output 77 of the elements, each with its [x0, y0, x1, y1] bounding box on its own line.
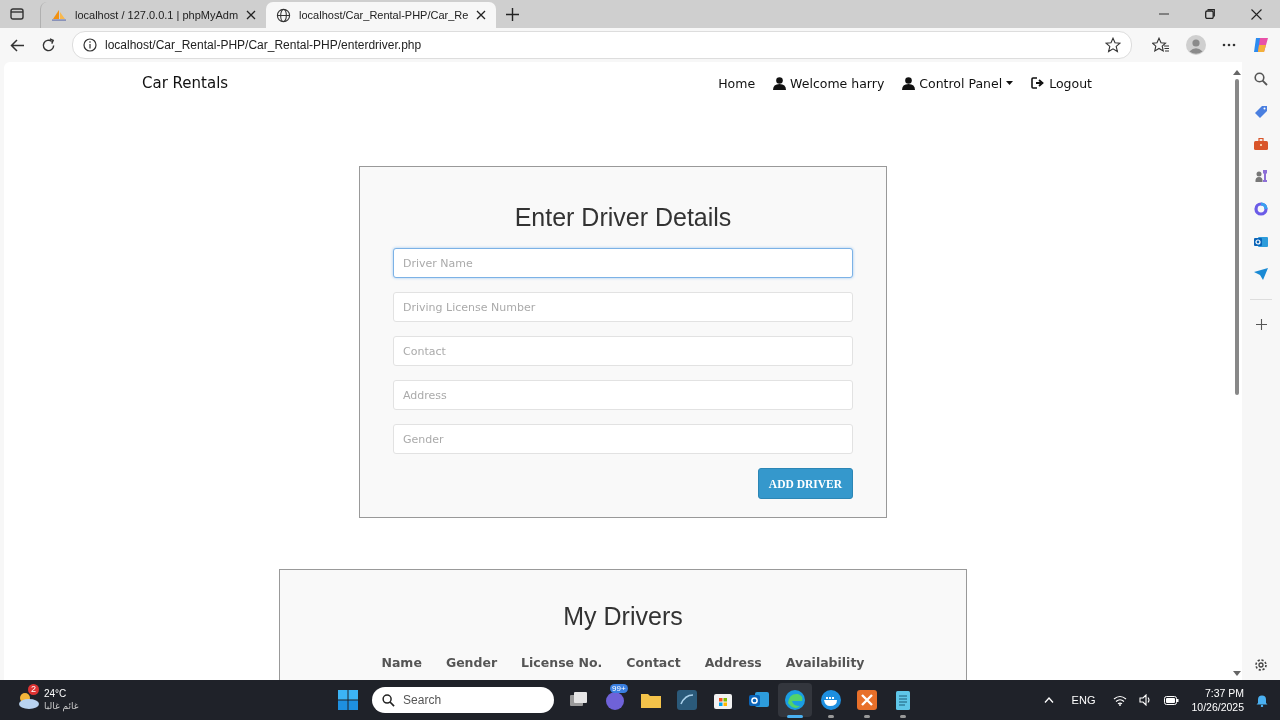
column-header: Contact: [625, 655, 682, 670]
running-indicator: [864, 715, 871, 718]
scroll-up-icon[interactable]: [1232, 70, 1241, 75]
info-icon: [83, 38, 97, 52]
speaker-icon[interactable]: [1139, 694, 1153, 706]
form-title: Enter Driver Details: [513, 203, 733, 232]
tab-actions-icon[interactable]: [10, 8, 24, 20]
date-text: 10/26/2025: [1191, 700, 1244, 714]
plus-icon[interactable]: [1255, 319, 1267, 330]
taskbar-button[interactable]: 99+: [598, 683, 633, 717]
browser-app-icon[interactable]: [784, 689, 807, 711]
url-text: localhost/Car_Rental-PHP/Car_Rental-PHP/enterdriver.php: [105, 38, 422, 52]
running-indicator: [900, 715, 907, 718]
battery-icon[interactable]: [1164, 695, 1180, 705]
column-header: License No.: [520, 655, 604, 670]
ring-icon[interactable]: [1254, 202, 1268, 216]
clock[interactable]: 7:37 PM 10/26/2025: [1191, 686, 1244, 714]
column-header: Availability: [784, 655, 866, 670]
search-placeholder: Search: [403, 693, 442, 707]
column-header: Address: [703, 655, 763, 670]
avatar-icon[interactable]: [1186, 35, 1206, 55]
whale-app-icon[interactable]: [820, 689, 843, 711]
favorites-icon[interactable]: [1152, 37, 1170, 53]
notification-badge: 2: [28, 684, 39, 695]
tag-icon[interactable]: [1254, 105, 1268, 119]
nav-link[interactable]: Welcome harry: [773, 75, 885, 91]
copilot-icon[interactable]: [1252, 36, 1270, 54]
user-icon: [773, 76, 787, 90]
temperature-text: 24°C: [44, 687, 68, 700]
star-icon[interactable]: [1105, 37, 1121, 53]
more-icon[interactable]: [1222, 43, 1236, 47]
language-indicator[interactable]: ENG: [1071, 694, 1096, 706]
paper-plane-icon[interactable]: [1254, 268, 1268, 280]
back-arrow-icon[interactable]: [10, 38, 25, 52]
nav-link[interactable]: Logout: [1031, 75, 1092, 91]
tab-title: localhost / 127.0.0.1 | phpMyAdm: [75, 9, 239, 21]
table-title: My Drivers: [562, 602, 684, 631]
sailboat-icon: [51, 9, 67, 21]
globe-icon: [276, 7, 292, 23]
search-icon: [382, 693, 396, 707]
chevron-up-icon[interactable]: [1043, 697, 1054, 703]
wifi-icon[interactable]: [1113, 694, 1128, 706]
brand-link[interactable]: Car Rentals: [142, 74, 229, 92]
logout-icon: [1031, 77, 1046, 89]
address-bar[interactable]: localhost/Car_Rental-PHP/Car_Rental-PHP/enterdriver.php: [72, 31, 1132, 59]
browser-tab[interactable]: localhost/Car_Rental-PHP/Car_Re: [266, 2, 497, 28]
taskbar-button[interactable]: [778, 683, 813, 717]
bell-icon[interactable]: [1256, 693, 1268, 707]
search-icon[interactable]: [1254, 72, 1268, 86]
new-tab-icon[interactable]: [506, 7, 520, 21]
settings-icon[interactable]: [1254, 658, 1268, 672]
input-field[interactable]: Driver Name: [393, 248, 853, 278]
user-icon: [902, 76, 916, 90]
chess-pieces-icon[interactable]: [1254, 169, 1268, 183]
briefcase-icon[interactable]: [1254, 138, 1268, 150]
dolphin-app-icon[interactable]: [676, 689, 699, 711]
weather-condition: غائم غالبا: [44, 700, 79, 713]
scrollbar-thumb[interactable]: [1234, 79, 1239, 395]
column-header: Gender: [444, 655, 499, 670]
close-icon[interactable]: [246, 10, 257, 20]
start-icon[interactable]: [338, 690, 359, 710]
tab-title: localhost/Car_Rental-PHP/Car_Re: [299, 9, 469, 21]
running-indicator: [787, 715, 804, 718]
maximize-icon[interactable]: [1205, 9, 1215, 19]
close-icon[interactable]: [476, 10, 487, 20]
cross-app-icon[interactable]: [856, 689, 879, 711]
nav-link[interactable]: Control Panel: [902, 75, 1014, 91]
search-field[interactable]: Search: [372, 687, 555, 713]
column-header: Name: [380, 655, 423, 670]
cloud-sun-icon: [16, 690, 40, 710]
notification-badge: 99+: [610, 684, 628, 693]
reload-icon[interactable]: [41, 37, 56, 53]
running-indicator: [828, 715, 835, 718]
nav-link[interactable]: Home: [718, 75, 756, 91]
scroll-down-icon[interactable]: [1232, 671, 1241, 676]
time-text: 7:37 PM: [1204, 686, 1244, 700]
close-icon[interactable]: [1251, 8, 1262, 20]
